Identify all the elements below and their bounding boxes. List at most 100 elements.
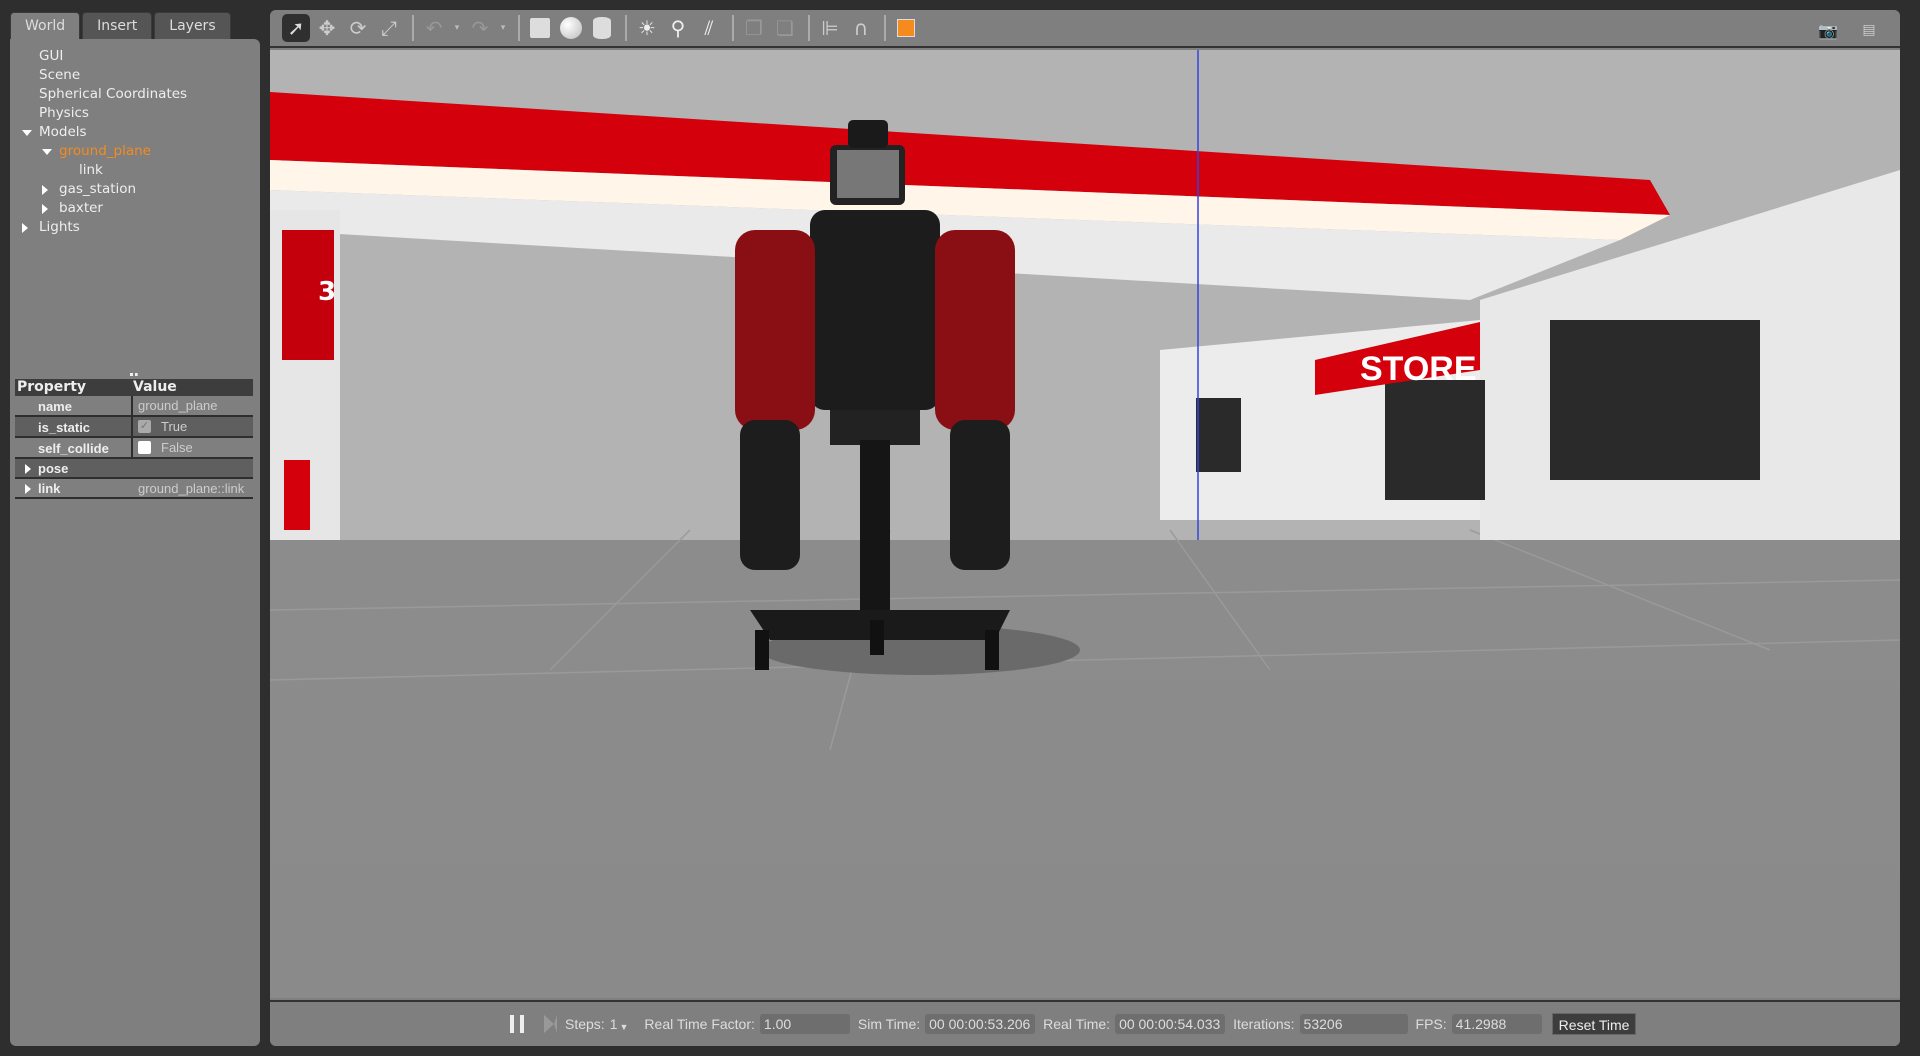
separator	[625, 15, 627, 41]
tree-item-ground-plane[interactable]: ground_plane	[10, 142, 260, 161]
iterations-label: Iterations:	[1233, 1016, 1295, 1032]
expand-arrow-icon[interactable]	[22, 223, 28, 233]
rotate-icon[interactable]: ⟳	[344, 14, 372, 42]
tree-item-gui[interactable]: GUI	[10, 47, 260, 66]
real-time-label: Real Time:	[1043, 1016, 1111, 1032]
toolbar: ➚ ✥ ⟳ ⤢ ↶ ▾ ↷ ▾ ☀ ⚲ ⫽ ❐ ❏ ⊫ ∩ 📷 ▤	[270, 10, 1900, 48]
steps-dropdown-icon[interactable]: ▼	[620, 1022, 629, 1032]
property-group-link[interactable]: link ground_plane::link	[15, 479, 253, 499]
undo-icon[interactable]: ↶	[420, 14, 448, 42]
sphere-icon[interactable]	[557, 14, 585, 42]
rtf-label: Real Time Factor:	[644, 1016, 755, 1032]
main-area: ➚ ✥ ⟳ ⤢ ↶ ▾ ↷ ▾ ☀ ⚲ ⫽ ❐ ❏ ⊫ ∩ 📷 ▤ STORE …	[270, 10, 1900, 1046]
tree-item-baxter[interactable]: baxter	[10, 199, 260, 218]
cylinder-icon[interactable]	[588, 14, 616, 42]
select-arrow-icon[interactable]: ➚	[282, 14, 310, 42]
collapse-arrow-icon[interactable]	[42, 149, 52, 155]
view-angle-icon[interactable]	[892, 14, 920, 42]
scene-render: STORE 3	[270, 50, 1900, 751]
pause-icon[interactable]	[510, 1015, 524, 1033]
property-key: name	[15, 396, 133, 415]
expand-arrow-icon[interactable]	[25, 484, 31, 494]
property-group-pose[interactable]: pose	[15, 459, 253, 479]
directional-light-icon[interactable]: ⫽	[695, 14, 723, 42]
separator	[518, 15, 520, 41]
sim-time-label: Sim Time:	[857, 1016, 921, 1032]
property-key: self_collide	[15, 438, 133, 457]
property-row-self-collide[interactable]: self_collide False	[15, 438, 253, 459]
property-row-is-static[interactable]: is_static ✓ True	[15, 417, 253, 438]
tree-item-spherical-coordinates[interactable]: Spherical Coordinates	[10, 85, 260, 104]
separator	[808, 15, 810, 41]
tree-item-label: Physics	[39, 105, 89, 121]
store-sign: STORE	[1360, 350, 1477, 388]
screenshot-camera-icon[interactable]: 📷	[1814, 16, 1842, 44]
paste-icon[interactable]: ❏	[771, 14, 799, 42]
tab-world[interactable]: World	[10, 12, 81, 40]
property-table: Property Value name ground_plane is_stat…	[15, 379, 253, 499]
redo-dropdown-icon[interactable]: ▾	[497, 14, 509, 42]
world-tree: GUI Scene Spherical Coordinates Physics Mode…	[10, 47, 260, 237]
tree-item-label: gas_station	[59, 181, 137, 197]
expand-arrow-icon[interactable]	[42, 185, 48, 195]
tree-item-label: baxter	[59, 200, 103, 216]
undo-dropdown-icon[interactable]: ▾	[451, 14, 463, 42]
property-header: Property Value	[15, 379, 253, 396]
value-column-header: Value	[133, 379, 177, 395]
steps-spinner[interactable]: 1	[610, 1016, 618, 1032]
spot-light-icon[interactable]: ⚲	[664, 14, 692, 42]
tree-item-label: Models	[39, 124, 87, 140]
splitter-handle[interactable]	[130, 373, 138, 376]
tree-item-label: link	[79, 162, 103, 178]
expand-arrow-icon[interactable]	[25, 464, 31, 474]
separator	[732, 15, 734, 41]
copy-icon[interactable]: ❐	[740, 14, 768, 42]
tree-item-label: Spherical Coordinates	[39, 86, 188, 102]
tree-item-label: Lights	[39, 219, 80, 235]
collapse-arrow-icon[interactable]	[22, 130, 32, 136]
tree-item-models[interactable]: Models	[10, 123, 260, 142]
tree-item-physics[interactable]: Physics	[10, 104, 260, 123]
rtf-field: 1.00	[759, 1014, 850, 1034]
scale-icon[interactable]: ⤢	[375, 14, 403, 42]
real-time-field: 00 00:00:54.033	[1115, 1014, 1226, 1034]
box-icon[interactable]	[526, 14, 554, 42]
tab-insert[interactable]: Insert	[82, 12, 153, 39]
tab-layers[interactable]: Layers	[154, 12, 231, 39]
tree-item-link[interactable]: link	[10, 161, 260, 180]
property-row-name[interactable]: name ground_plane	[15, 396, 253, 417]
tree-item-label: Scene	[39, 67, 81, 83]
steps-label: Steps:	[565, 1016, 605, 1032]
self-collide-checkbox[interactable]	[138, 441, 151, 454]
fps-label: FPS:	[1415, 1016, 1447, 1032]
iterations-field: 53206	[1299, 1014, 1408, 1034]
world-panel: GUI Scene Spherical Coordinates Physics Mode…	[10, 39, 260, 1046]
time-panel: Steps: 1 ▼ Real Time Factor: 1.00 Sim Tim…	[270, 1000, 1900, 1046]
tree-item-scene[interactable]: Scene	[10, 66, 260, 85]
align-icon[interactable]: ⊫	[816, 14, 844, 42]
log-icon[interactable]: ▤	[1855, 16, 1883, 44]
tree-item-lights[interactable]: Lights	[10, 218, 260, 237]
point-light-icon[interactable]: ☀	[633, 14, 661, 42]
reset-time-button[interactable]: Reset Time	[1551, 1013, 1637, 1035]
property-key: is_static	[15, 417, 133, 436]
property-key: pose	[38, 461, 69, 476]
translate-icon[interactable]: ✥	[313, 14, 341, 42]
redo-icon[interactable]: ↷	[466, 14, 494, 42]
3d-viewport[interactable]: STORE 3	[270, 50, 1900, 998]
snap-icon[interactable]: ∩	[847, 14, 875, 42]
property-value[interactable]: ground_plane	[133, 396, 253, 415]
step-icon[interactable]	[544, 1015, 557, 1033]
tree-item-label: ground_plane	[59, 143, 151, 159]
fps-field: 41.2988	[1451, 1014, 1542, 1034]
property-key: link	[38, 481, 61, 496]
tree-item-label: GUI	[39, 48, 64, 64]
expand-arrow-icon[interactable]	[42, 204, 48, 214]
property-value: ground_plane::link	[138, 481, 245, 496]
is-static-checkbox[interactable]: ✓	[138, 420, 151, 433]
pump-number: 3	[318, 277, 336, 307]
tree-item-gas-station[interactable]: gas_station	[10, 180, 260, 199]
separator	[412, 15, 414, 41]
property-value: True	[161, 419, 188, 434]
panel-tabs: World Insert Layers	[10, 12, 233, 40]
